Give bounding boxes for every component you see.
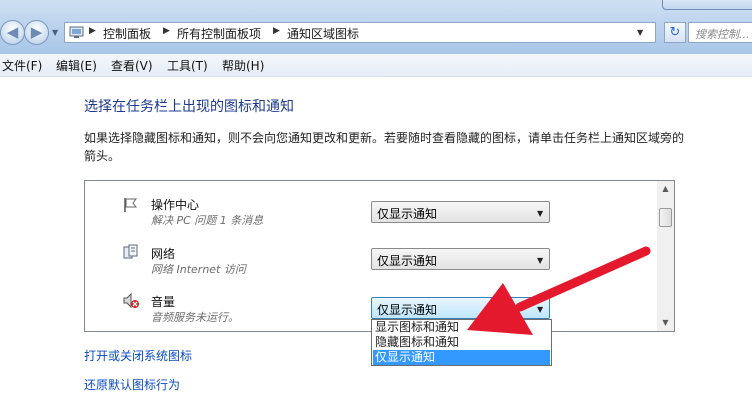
breadcrumb-separator-icon: ▶ xyxy=(89,26,96,36)
restore-defaults-link[interactable]: 还原默认图标行为 xyxy=(84,376,180,393)
address-dropdown-icon[interactable]: ▼ xyxy=(637,28,643,37)
list-scrollbar[interactable]: ▲ ▼ xyxy=(657,181,674,331)
back-arrow-icon: ◀ xyxy=(6,23,19,41)
scroll-down-icon[interactable]: ▼ xyxy=(657,315,674,331)
chevron-down-icon: ▼ xyxy=(537,209,544,218)
behavior-select-value: 仅显示通知 xyxy=(377,254,438,268)
search-placeholder: 搜索控制... xyxy=(695,28,750,41)
menu-bar: 文件(F) 编辑(E) 查看(V) 工具(T) 帮助(H) xyxy=(0,54,752,77)
item-name: 网络 xyxy=(151,247,176,261)
item-name: 操作中心 xyxy=(151,198,200,212)
window-controls[interactable] xyxy=(662,0,752,10)
behavior-select-value: 仅显示通知 xyxy=(377,303,438,317)
forward-button[interactable]: ▶ xyxy=(24,20,49,45)
scroll-thumb[interactable] xyxy=(659,208,672,227)
forward-arrow-icon: ▶ xyxy=(30,23,43,41)
control-panel-icon xyxy=(69,26,84,38)
breadcrumb-item[interactable]: 所有控制面板项 xyxy=(177,25,261,42)
menu-help[interactable]: 帮助(H) xyxy=(222,57,264,74)
behavior-select[interactable]: 仅显示通知 ▼ xyxy=(371,201,550,223)
item-name: 音量 xyxy=(151,295,176,309)
search-input[interactable]: 搜索控制... xyxy=(688,22,752,43)
behavior-select[interactable]: 仅显示通知 ▼ xyxy=(371,248,550,270)
chevron-down-icon: ▼ xyxy=(537,305,544,314)
back-button[interactable]: ◀ xyxy=(0,20,25,45)
menu-view[interactable]: 查看(V) xyxy=(111,57,153,74)
behavior-dropdown-list: 显示图标和通知 隐藏图标和通知 仅显示通知 xyxy=(371,319,552,366)
system-icons-link[interactable]: 打开或关闭系统图标 xyxy=(84,347,192,364)
page-description: 如果选择隐藏图标和通知，则不会向您通知更改和更新。若要随时查看隐藏的图标，请单击… xyxy=(84,131,685,163)
item-subtitle: 解决 PC 问题 1 条消息 xyxy=(151,214,264,227)
chevron-down-icon: ▼ xyxy=(537,256,544,265)
scroll-up-icon[interactable]: ▲ xyxy=(657,181,674,197)
menu-file[interactable]: 文件(F) xyxy=(2,57,42,74)
dropdown-option-selected[interactable]: 仅显示通知 xyxy=(373,350,550,365)
page-title: 选择在任务栏上出现的图标和通知 xyxy=(84,99,294,115)
breadcrumb-separator-icon: ▶ xyxy=(273,26,280,36)
item-subtitle: 音频服务未运行。 xyxy=(151,311,239,324)
window-titlebar: ◀ ▶ ▼ ▶ 控制面板 ▶ 所有控制面板项 ▶ 通知区域图标 ▼ ↻ 搜索控制… xyxy=(0,0,752,54)
menu-tools[interactable]: 工具(T) xyxy=(167,57,208,74)
breadcrumb-item[interactable]: 通知区域图标 xyxy=(287,25,359,42)
behavior-select[interactable]: 仅显示通知 ▼ xyxy=(371,297,550,319)
breadcrumb-item[interactable]: 控制面板 xyxy=(103,25,151,42)
behavior-select-value: 仅显示通知 xyxy=(377,207,438,221)
speaker-muted-icon xyxy=(123,292,139,309)
network-icon xyxy=(123,244,138,259)
item-subtitle: 网络 Internet 访问 xyxy=(151,263,246,276)
flag-icon xyxy=(124,198,137,212)
address-bar[interactable]: ▶ 控制面板 ▶ 所有控制面板项 ▶ 通知区域图标 ▼ xyxy=(64,22,656,43)
history-dropdown-icon[interactable]: ▼ xyxy=(52,28,61,37)
breadcrumb-separator-icon: ▶ xyxy=(163,26,170,36)
refresh-icon: ↻ xyxy=(669,25,681,40)
refresh-button[interactable]: ↻ xyxy=(664,22,686,43)
dropdown-option[interactable]: 显示图标和通知 xyxy=(373,320,550,335)
menu-edit[interactable]: 编辑(E) xyxy=(56,57,97,74)
dropdown-option[interactable]: 隐藏图标和通知 xyxy=(373,335,550,350)
